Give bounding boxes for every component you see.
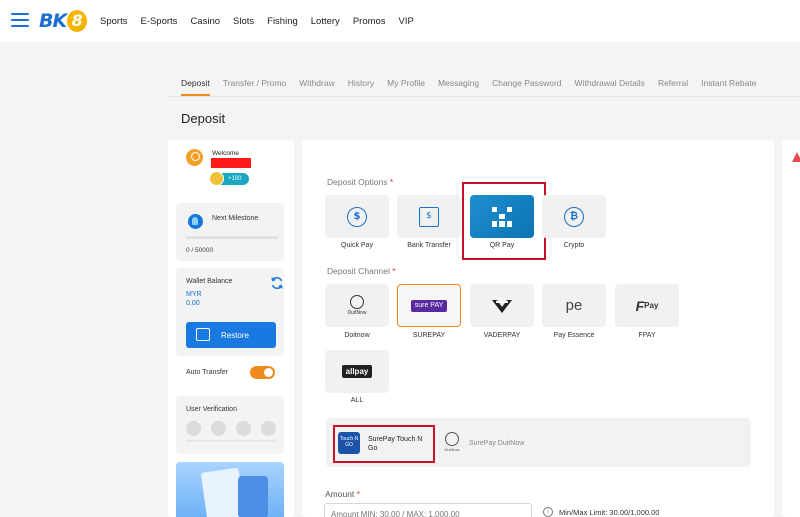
- wallet-card: Wallet Balance MYR 0.00 Restore: [176, 268, 284, 356]
- account-tabs: Deposit Transfer / Promo Withdraw Histor…: [181, 78, 769, 96]
- nav-fishing[interactable]: Fishing: [267, 16, 298, 27]
- channel-fpay-label: FPAY: [638, 332, 656, 339]
- top-header: BK 8 Sports E-Sports Casino Slots Fishing…: [0, 0, 800, 42]
- option-crypto-label: Crypto: [563, 242, 585, 249]
- wallet-currency: MYR: [186, 291, 202, 298]
- wallet-icon: [196, 328, 210, 341]
- tab-divider: [168, 96, 800, 97]
- avatar-icon: [186, 149, 203, 166]
- fpay-logo-mark: F: [635, 297, 645, 314]
- side-panel: [782, 140, 800, 517]
- milestone-value: 0 / 50000: [186, 247, 214, 254]
- tab-my-profile[interactable]: My Profile: [387, 78, 425, 96]
- auto-transfer-toggle[interactable]: [250, 366, 275, 379]
- wallet-balance: 0.00: [186, 300, 200, 307]
- verification-card: User Verification: [176, 396, 284, 454]
- tab-deposit[interactable]: Deposit: [181, 78, 210, 96]
- option-quick-pay[interactable]: $: [325, 195, 389, 238]
- account-sidebar: Welcome +100 Next Milestone 0 / 50000 Wa…: [168, 140, 294, 517]
- auto-transfer-label: Auto Transfer: [186, 369, 229, 376]
- vaderpay-logo: [492, 299, 512, 313]
- nav-vip[interactable]: VIP: [399, 16, 414, 27]
- promo-banner[interactable]: [176, 462, 284, 517]
- bitcoin-icon: ₿: [564, 206, 584, 227]
- tab-referral[interactable]: Referral: [658, 78, 688, 96]
- restore-button[interactable]: Restore: [186, 322, 276, 348]
- deposit-channel-label: Deposit Channel *: [327, 266, 396, 276]
- pay-essence-logo: pe: [565, 297, 583, 314]
- amount-label: Amount *: [325, 489, 360, 499]
- id-card-icon: [261, 421, 276, 436]
- page-title: Deposit: [181, 111, 226, 126]
- verification-icons: [186, 421, 276, 436]
- deposit-options-label: Deposit Options *: [327, 177, 394, 187]
- menu-icon[interactable]: [11, 13, 29, 27]
- duitnow-method-logo: DuitNow: [442, 432, 462, 454]
- channel-vaderpay[interactable]: [470, 284, 534, 327]
- channel-doitnow[interactable]: DuitNow: [325, 284, 389, 327]
- milestone-card: Next Milestone 0 / 50000: [176, 203, 284, 261]
- nav-promos[interactable]: Promos: [353, 16, 386, 27]
- amount-input[interactable]: [324, 503, 532, 517]
- milestone-progress-bar: [186, 236, 278, 239]
- restore-label: Restore: [220, 330, 249, 340]
- tab-transfer-promo[interactable]: Transfer / Promo: [223, 78, 286, 96]
- allpay-logo: allpay: [341, 365, 373, 378]
- min-max-limit: Min/Max Limit: 30.00/1,000.00: [559, 508, 660, 517]
- channel-all[interactable]: allpay: [325, 350, 389, 393]
- highlight-box-tng: [333, 425, 435, 463]
- tab-withdraw[interactable]: Withdraw: [299, 78, 334, 96]
- nav-casino[interactable]: Casino: [190, 16, 220, 27]
- nav-lottery[interactable]: Lottery: [311, 16, 340, 27]
- duitnow-logo: DuitNow: [348, 295, 366, 316]
- bk8-logo[interactable]: BK 8: [39, 9, 88, 33]
- surepay-logo: sure PAY: [410, 299, 448, 312]
- milestone-label: Next Milestone: [212, 215, 259, 222]
- tab-instant-rebate[interactable]: Instant Rebate: [701, 78, 756, 96]
- nav-esports[interactable]: E-Sports: [140, 16, 177, 27]
- tab-withdrawal-details[interactable]: Withdrawal Details: [575, 78, 645, 96]
- channel-surepay[interactable]: sure PAY: [397, 284, 461, 327]
- coin-icon: [209, 171, 224, 186]
- fpay-logo: Pay: [644, 301, 659, 310]
- channel-fpay[interactable]: F Pay: [615, 284, 679, 327]
- phone-icon: [236, 421, 251, 436]
- tab-history[interactable]: History: [348, 78, 374, 96]
- channel-pay-essence[interactable]: pe: [542, 284, 606, 327]
- verification-label: User Verification: [186, 406, 237, 413]
- method-surepay-duitnow-label[interactable]: SurePay DuitNow: [469, 440, 524, 447]
- tab-change-password[interactable]: Change Password: [492, 78, 561, 96]
- bank-icon: $: [419, 206, 439, 227]
- info-icon: i: [543, 507, 553, 517]
- verification-divider: [186, 440, 276, 442]
- nav-sports[interactable]: Sports: [100, 16, 127, 27]
- welcome-label: Welcome: [212, 150, 239, 157]
- user-icon: [186, 421, 201, 436]
- wallet-label: Wallet Balance: [186, 278, 233, 285]
- redacted-username: [211, 158, 251, 168]
- refresh-icon[interactable]: [270, 276, 284, 290]
- email-icon: [211, 421, 226, 436]
- option-bank-transfer[interactable]: $: [397, 195, 461, 238]
- tab-messaging[interactable]: Messaging: [438, 78, 479, 96]
- quick-pay-icon: $: [347, 206, 367, 227]
- main-nav: Sports E-Sports Casino Slots Fishing Lot…: [100, 0, 427, 42]
- channel-all-label: ALL: [350, 397, 364, 404]
- option-crypto[interactable]: ₿: [542, 195, 606, 238]
- milestone-icon: [188, 214, 203, 229]
- nav-slots[interactable]: Slots: [233, 16, 254, 27]
